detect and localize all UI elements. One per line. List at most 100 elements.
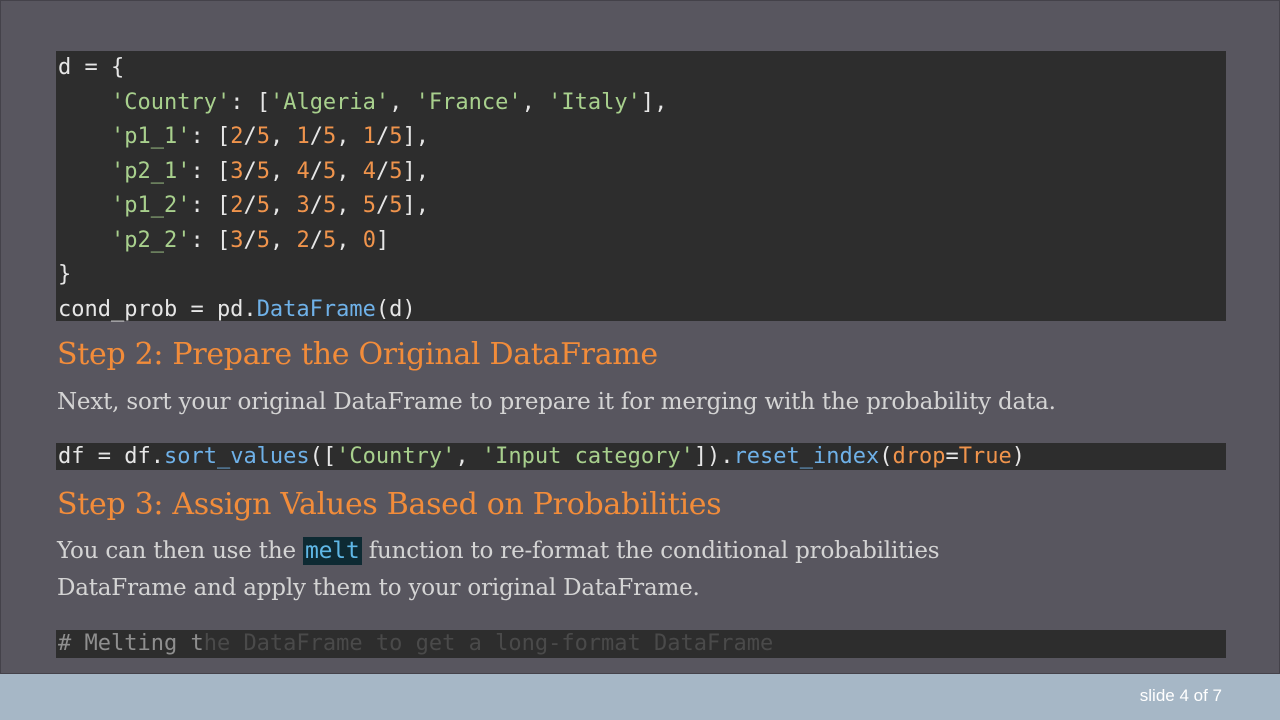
code-token: 2 bbox=[230, 193, 244, 218]
code-token: 2 bbox=[296, 227, 310, 253]
step3-text-before: You can then use the bbox=[57, 538, 303, 564]
code-token: / bbox=[243, 193, 257, 218]
code-token: DataFrame bbox=[256, 296, 376, 322]
code-token: } bbox=[58, 262, 72, 287]
code-token: 4 bbox=[296, 158, 310, 184]
melt-inline-code: melt bbox=[302, 537, 362, 565]
code-token: True bbox=[958, 444, 1012, 469]
code-token: 'p1_1' bbox=[110, 124, 191, 149]
code-token: 5 bbox=[389, 124, 403, 149]
code-token: cond_prob = pd. bbox=[58, 296, 257, 322]
slide-footer: slide 4 of 7 bbox=[0, 674, 1280, 720]
code-token: / bbox=[375, 193, 390, 218]
code-line: d = { bbox=[58, 51, 1226, 86]
code-token: 'Country' bbox=[336, 444, 456, 469]
code-token: 'Input category' bbox=[481, 444, 694, 469]
code-line: # Melting the DataFrame to get a long-fo… bbox=[58, 630, 1226, 658]
code-token: 3 bbox=[296, 193, 310, 218]
code-token: / bbox=[309, 158, 323, 184]
code-token: ( bbox=[879, 444, 893, 469]
code-token: 'Italy' bbox=[548, 89, 641, 115]
code-token: ) bbox=[1011, 444, 1025, 469]
code-token: , bbox=[336, 193, 363, 218]
code-line: cond_prob = pd.DataFrame(d) bbox=[58, 293, 1226, 328]
code-token: , bbox=[455, 444, 482, 469]
step3-heading: Step 3: Assign Values Based on Probabili… bbox=[57, 487, 722, 522]
code-token: 'p1_2' bbox=[110, 193, 191, 218]
step2-text: Next, sort your original DataFrame to pr… bbox=[57, 389, 1056, 415]
code-token: 5 bbox=[389, 158, 403, 184]
code-token: ] bbox=[375, 227, 390, 253]
code-line: 'p1_2': [2/5, 3/5, 5/5], bbox=[58, 189, 1226, 224]
code-token: ([ bbox=[309, 444, 337, 469]
code-token: 5 bbox=[322, 193, 337, 218]
code-token: ], bbox=[640, 89, 668, 115]
code-token: (d) bbox=[375, 296, 416, 322]
code-token: 'Country' bbox=[110, 89, 231, 115]
code-token: , bbox=[269, 193, 297, 218]
code-token: / bbox=[309, 227, 323, 253]
code-token: 5 bbox=[322, 227, 337, 253]
slide-indicator: slide 4 of 7 bbox=[1139, 686, 1222, 705]
code-token: , bbox=[521, 89, 549, 115]
code-token: ], bbox=[402, 124, 429, 149]
code-token: : [ bbox=[190, 227, 231, 253]
code-block-sort: df = df.sort_values(['Country', 'Input c… bbox=[56, 443, 1226, 470]
code-token: : [ bbox=[230, 89, 270, 115]
code-token: / bbox=[375, 124, 390, 149]
code-token: d = { bbox=[58, 55, 125, 80]
code-token: = bbox=[945, 444, 959, 469]
code-token: df = df. bbox=[58, 444, 164, 469]
code-token: 0 bbox=[362, 227, 376, 253]
code-token: / bbox=[309, 193, 323, 218]
code-token: / bbox=[375, 158, 390, 184]
step3-text-after: function to re-format the conditional pr… bbox=[361, 538, 940, 564]
code-token: 5 bbox=[362, 193, 376, 218]
code-token: 'Algeria' bbox=[269, 89, 390, 115]
code-token: 5 bbox=[256, 158, 270, 184]
code-token: , bbox=[269, 124, 297, 149]
code-line: 'p2_2': [3/5, 2/5, 0] bbox=[58, 224, 1226, 259]
code-token: : [ bbox=[190, 193, 231, 218]
code-token: , bbox=[336, 158, 363, 184]
code-token: / bbox=[243, 227, 257, 253]
step3-text-line1: You can then use the melt function to re… bbox=[57, 537, 940, 565]
code-token: 1 bbox=[296, 124, 310, 149]
code-token: he DataFrame to get a long-format DataFr… bbox=[203, 631, 774, 656]
code-token: , bbox=[269, 158, 297, 184]
code-token: 5 bbox=[256, 124, 270, 149]
code-token: 3 bbox=[230, 227, 244, 253]
code-token: , bbox=[389, 89, 416, 115]
code-token: reset_index bbox=[733, 444, 880, 469]
code-token: 5 bbox=[256, 193, 270, 218]
code-token: / bbox=[243, 124, 257, 149]
code-token: : [ bbox=[190, 158, 231, 184]
code-line: } bbox=[58, 258, 1226, 293]
code-token: 'p2_2' bbox=[110, 227, 191, 253]
code-token: 5 bbox=[256, 227, 270, 253]
code-block-dict: d = { 'Country': ['Algeria', 'France', '… bbox=[56, 51, 1226, 322]
code-block-melt: # Melting the DataFrame to get a long-fo… bbox=[56, 630, 1226, 658]
code-token: drop bbox=[892, 444, 946, 469]
code-token: 1 bbox=[362, 124, 376, 149]
code-token: 3 bbox=[230, 158, 244, 184]
code-line: 'p2_1': [3/5, 4/5, 4/5], bbox=[58, 155, 1226, 190]
code-token: ], bbox=[402, 193, 429, 218]
code-token: 2 bbox=[230, 124, 244, 149]
code-token: : [ bbox=[190, 124, 231, 149]
code-token: ]). bbox=[693, 444, 734, 469]
code-token: 'p2_1' bbox=[110, 158, 191, 184]
code-token: , bbox=[269, 227, 297, 253]
code-token: 5 bbox=[322, 124, 337, 149]
slide: d = { 'Country': ['Algeria', 'France', '… bbox=[0, 0, 1280, 674]
code-token: 'France' bbox=[415, 89, 522, 115]
code-token: # Melting t bbox=[58, 631, 204, 656]
code-token: / bbox=[243, 158, 257, 184]
step2-heading: Step 2: Prepare the Original DataFrame bbox=[57, 337, 658, 372]
code-token: 5 bbox=[389, 193, 403, 218]
